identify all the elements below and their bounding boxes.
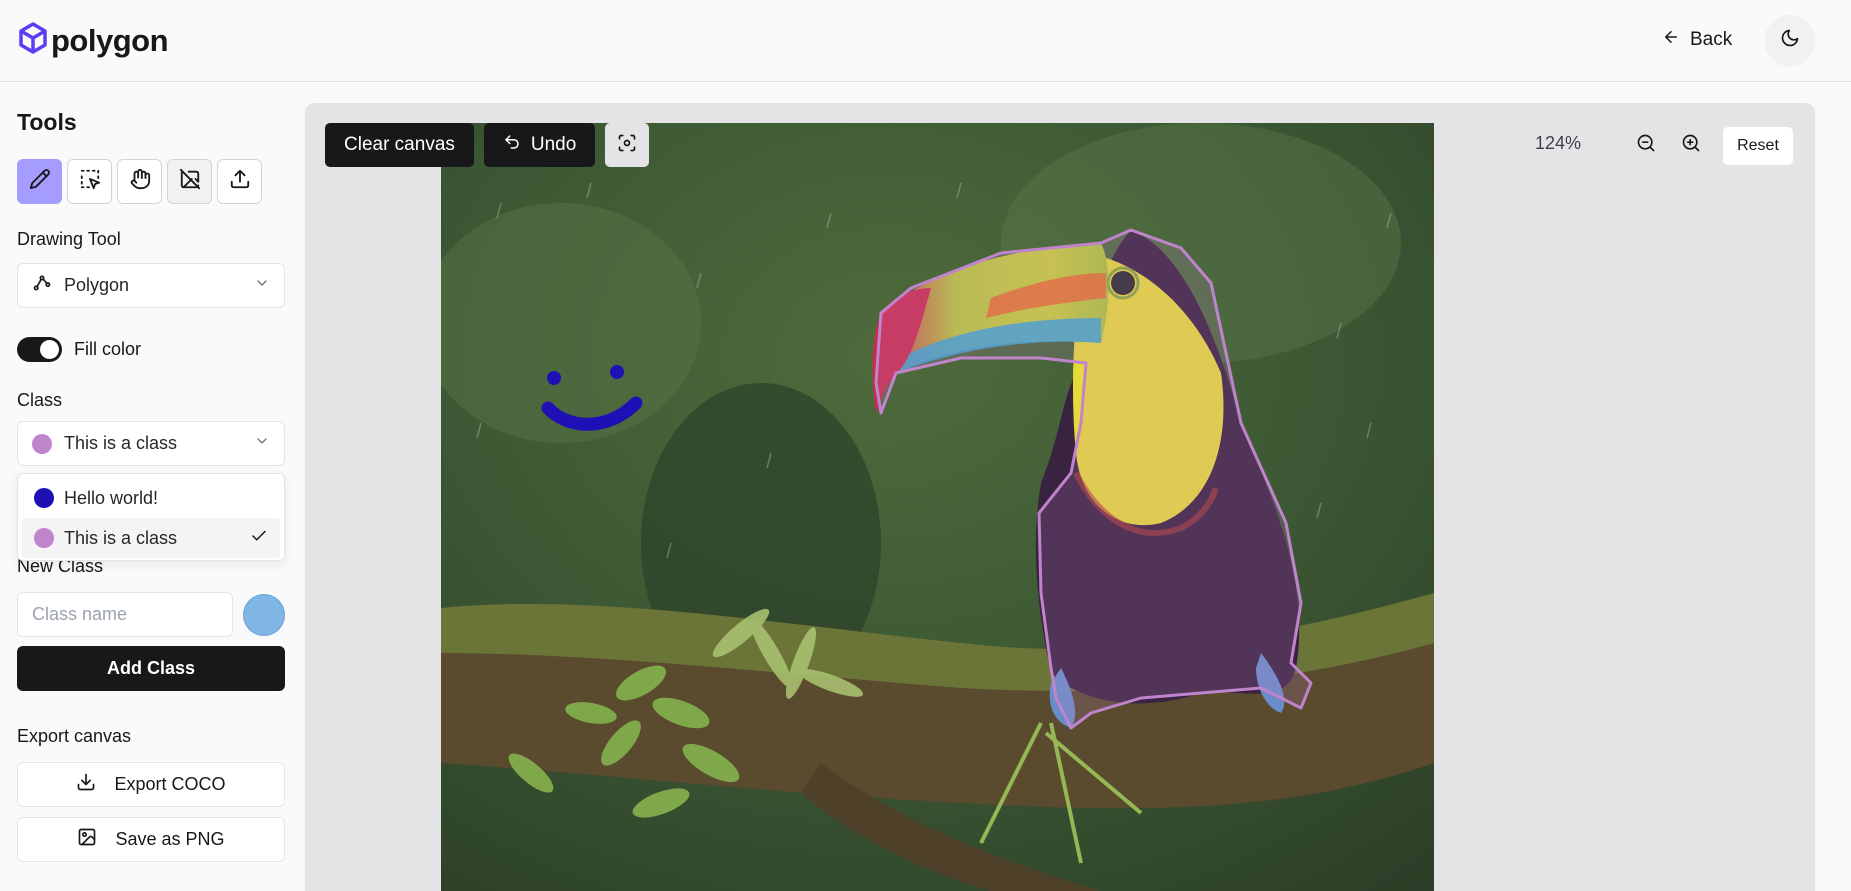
- image-icon: [77, 827, 97, 852]
- zoom-out-icon: [1636, 133, 1656, 158]
- pencil-icon: [29, 168, 51, 195]
- image-off-icon: [179, 168, 201, 195]
- hand-icon: [129, 168, 151, 195]
- save-png-label: Save as PNG: [115, 829, 225, 849]
- class-color-dot: [34, 528, 54, 548]
- remove-image-tool-button[interactable]: [167, 159, 212, 204]
- class-option-label: Hello world!: [64, 487, 159, 508]
- pencil-tool-button[interactable]: [17, 159, 62, 204]
- save-png-button[interactable]: Save as PNG: [17, 817, 285, 862]
- toucan-image: [441, 123, 1434, 891]
- undo-icon: [503, 133, 521, 157]
- zoom-out-button[interactable]: [1634, 133, 1658, 157]
- class-option-this-is-a-class[interactable]: This is a class: [22, 518, 280, 558]
- download-icon: [76, 772, 96, 797]
- export-canvas-label: Export canvas: [17, 726, 132, 746]
- chevron-down-icon: [254, 433, 270, 454]
- drawing-tool-value: Polygon: [64, 275, 130, 295]
- tools-title: Tools: [17, 109, 77, 135]
- add-class-button[interactable]: Add Class: [17, 646, 285, 691]
- scan-focus-icon: [617, 133, 637, 158]
- tools-sidebar: Tools Drawing Tool Polygon Fill color Cl…: [0, 83, 300, 891]
- export-coco-button[interactable]: Export COCO: [17, 762, 285, 807]
- class-value: This is a class: [64, 433, 178, 453]
- zoom-in-button[interactable]: [1679, 133, 1703, 157]
- upload-icon: [229, 168, 251, 195]
- drawing-tool-select[interactable]: Polygon: [17, 263, 285, 308]
- polygon-icon: [32, 273, 52, 298]
- back-button[interactable]: Back: [1650, 22, 1744, 58]
- toggle-knob: [40, 340, 59, 359]
- check-icon: [250, 527, 268, 550]
- moon-icon: [1780, 28, 1800, 53]
- select-icon: [79, 168, 101, 195]
- class-label: Class: [17, 390, 63, 410]
- class-option-label: This is a class: [64, 527, 178, 548]
- class-option-hello-world[interactable]: Hello world!: [22, 478, 280, 518]
- canvas-area: Clear canvas Undo 124% Reset: [305, 103, 1815, 891]
- class-color-picker[interactable]: [243, 594, 285, 636]
- back-label: Back: [1690, 29, 1733, 50]
- class-select[interactable]: This is a class: [17, 421, 285, 466]
- tool-buttons: [17, 159, 262, 204]
- fill-color-label: Fill color: [74, 339, 142, 359]
- undo-button[interactable]: Undo: [483, 123, 596, 167]
- drawing-tool-label: Drawing Tool: [17, 229, 121, 249]
- hand-tool-button[interactable]: [117, 159, 162, 204]
- theme-toggle-button[interactable]: [1765, 15, 1815, 65]
- arrow-left-icon: [1662, 28, 1680, 52]
- reset-zoom-button[interactable]: Reset: [1723, 127, 1793, 165]
- fill-color-row: Fill color: [17, 337, 141, 362]
- export-coco-label: Export COCO: [114, 774, 226, 794]
- app-logo[interactable]: polygon: [18, 22, 169, 59]
- clear-canvas-button[interactable]: Clear canvas: [325, 123, 474, 167]
- cube-logo-icon: [18, 22, 48, 59]
- canvas-toolbar: Clear canvas Undo: [325, 123, 650, 167]
- class-name-input[interactable]: [17, 592, 233, 637]
- chevron-down-icon: [254, 275, 270, 296]
- class-dropdown-menu: Hello world! This is a class: [17, 473, 285, 561]
- zoom-in-icon: [1681, 133, 1701, 158]
- class-color-dot: [34, 488, 54, 508]
- zoom-level: 124%: [1535, 133, 1582, 153]
- fit-to-screen-button[interactable]: [605, 123, 650, 167]
- app-name: polygon: [51, 22, 169, 58]
- select-tool-button[interactable]: [67, 159, 112, 204]
- upload-tool-button[interactable]: [217, 159, 262, 204]
- undo-label: Undo: [530, 134, 577, 155]
- app-header: polygon Back: [0, 0, 1851, 82]
- class-color-dot: [32, 433, 52, 454]
- annotation-canvas[interactable]: [441, 123, 1434, 891]
- fill-color-toggle[interactable]: [17, 337, 62, 362]
